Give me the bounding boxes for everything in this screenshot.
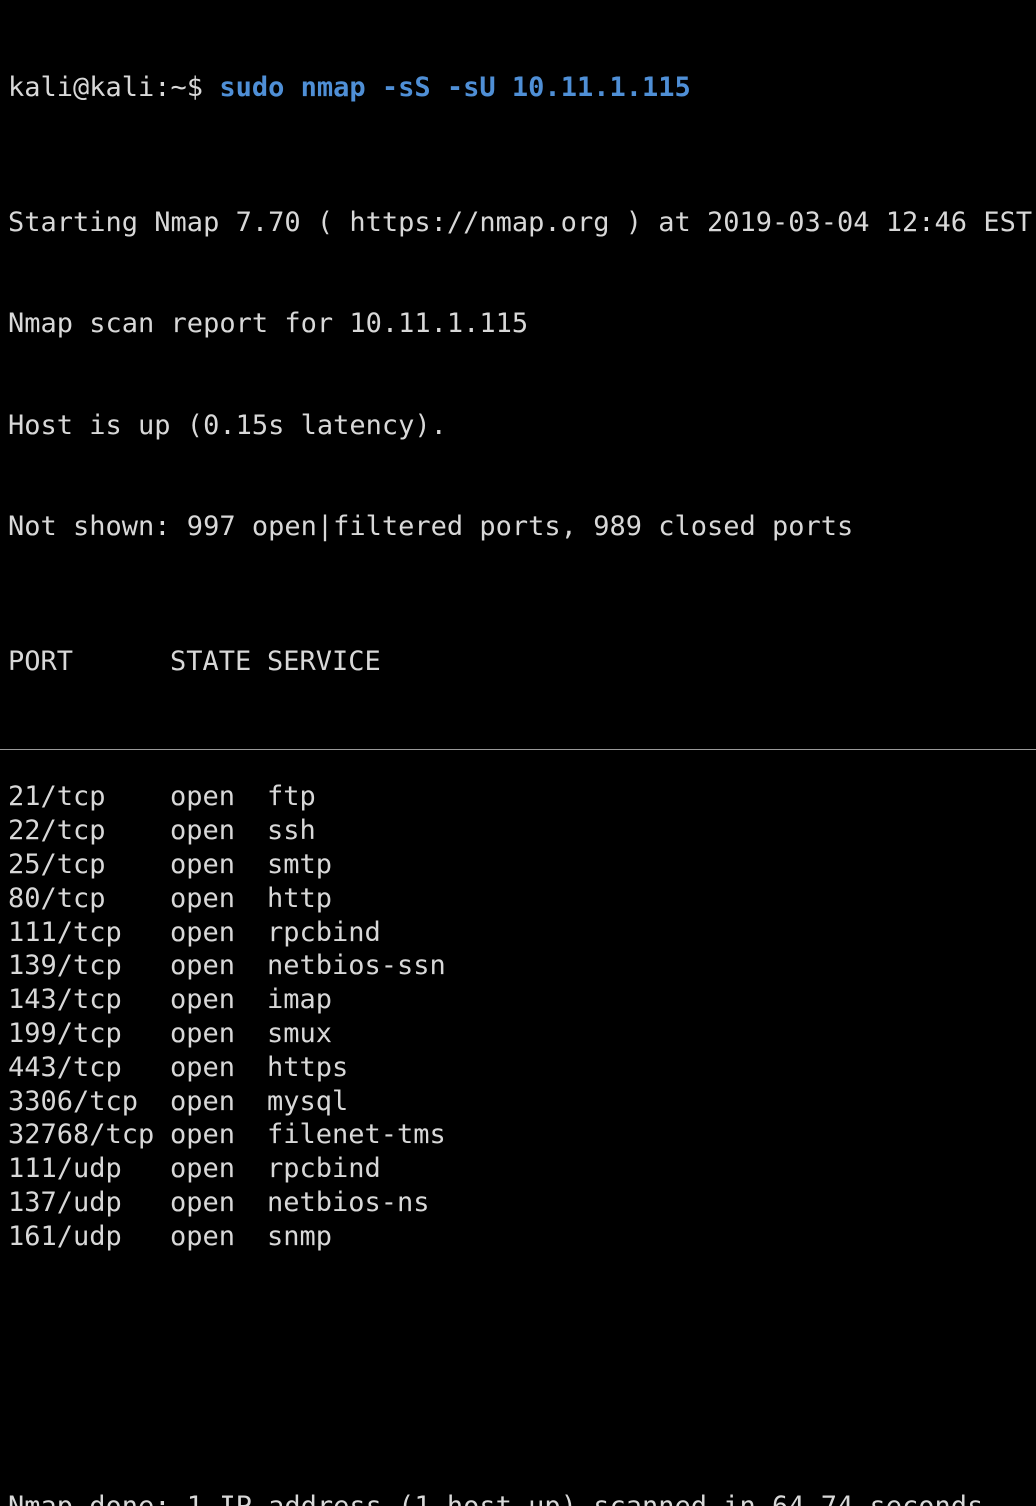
service-cell: netbios-ssn bbox=[267, 950, 446, 982]
service-cell: imap bbox=[267, 984, 333, 1016]
port-table-row: 143/tcp open imap bbox=[8, 983, 1036, 1017]
port-cell: 161/udp bbox=[8, 1220, 122, 1252]
port-cell: 139/tcp bbox=[8, 950, 122, 982]
port-table-row: 199/tcp open smux bbox=[8, 1017, 1036, 1051]
state-cell: open bbox=[170, 1220, 236, 1252]
state-cell: open bbox=[170, 1017, 236, 1049]
port-table-row: 25/tcp open smtp bbox=[8, 848, 1036, 882]
state-cell: open bbox=[170, 1119, 236, 1151]
port-table-row: 32768/tcp open filenet-tms bbox=[8, 1118, 1036, 1152]
bottom-divider bbox=[0, 749, 1036, 750]
output-line-host-status: Host is up (0.15s latency). bbox=[8, 409, 447, 441]
port-table-row: 111/udp open rpcbind bbox=[8, 1152, 1036, 1186]
port-table-row: 137/udp open netbios-ns bbox=[8, 1186, 1036, 1220]
state-cell: open bbox=[170, 950, 236, 982]
port-table-row: 3306/tcp open mysql bbox=[8, 1085, 1036, 1119]
state-cell: open bbox=[170, 1186, 236, 1218]
header-port: PORT bbox=[8, 646, 74, 678]
port-cell: 21/tcp bbox=[8, 781, 106, 813]
port-table-row: 161/udp open snmp bbox=[8, 1220, 1036, 1254]
state-cell: open bbox=[170, 1153, 236, 1185]
output-line-start: Starting Nmap 7.70 ( https://nmap.org ) … bbox=[8, 206, 1033, 238]
port-table-row: 139/tcp open netbios-ssn bbox=[8, 949, 1036, 983]
port-cell: 443/tcp bbox=[8, 1051, 122, 1083]
service-cell: http bbox=[267, 882, 333, 914]
service-cell: https bbox=[267, 1051, 349, 1083]
port-table-row: 111/tcp open rpcbind bbox=[8, 916, 1036, 950]
port-cell: 32768/tcp bbox=[8, 1119, 155, 1151]
service-cell: rpcbind bbox=[267, 1153, 381, 1185]
service-cell: netbios-ns bbox=[267, 1186, 430, 1218]
state-cell: open bbox=[170, 781, 236, 813]
state-cell: open bbox=[170, 1085, 236, 1117]
output-line-not-shown: Not shown: 997 open|filtered ports, 989 … bbox=[8, 510, 854, 542]
output-line-done: Nmap done: 1 IP address (1 host up) scan… bbox=[8, 1490, 1036, 1506]
port-cell: 199/tcp bbox=[8, 1017, 122, 1049]
port-table-row: 80/tcp open http bbox=[8, 882, 1036, 916]
output-line-report: Nmap scan report for 10.11.1.115 bbox=[8, 308, 529, 340]
port-table-body: 21/tcp open ftp 22/tcp open ssh 25/tcp open smtp… bbox=[8, 780, 1036, 1253]
service-cell: mysql bbox=[267, 1085, 349, 1117]
state-cell: open bbox=[170, 984, 236, 1016]
service-cell: snmp bbox=[267, 1220, 333, 1252]
header-state: STATE bbox=[170, 646, 252, 678]
port-cell: 111/tcp bbox=[8, 916, 122, 948]
port-table-row: 21/tcp open ftp bbox=[8, 780, 1036, 814]
port-cell: 3306/tcp bbox=[8, 1085, 139, 1117]
terminal-window[interactable]: kali@kali:~$ sudo nmap -sS -sU 10.11.1.1… bbox=[0, 0, 1036, 1506]
nmap-command: sudo nmap -sS -sU 10.11.1.115 bbox=[219, 71, 691, 103]
state-cell: open bbox=[170, 1051, 236, 1083]
shell-prompt: kali@kali:~$ bbox=[8, 71, 220, 103]
service-cell: smux bbox=[267, 1017, 333, 1049]
service-cell: ftp bbox=[267, 781, 316, 813]
port-cell: 22/tcp bbox=[8, 815, 106, 847]
port-cell: 143/tcp bbox=[8, 984, 122, 1016]
service-cell: rpcbind bbox=[267, 916, 381, 948]
service-cell: ssh bbox=[267, 815, 316, 847]
port-cell: 111/udp bbox=[8, 1153, 122, 1185]
port-cell: 137/udp bbox=[8, 1186, 122, 1218]
port-cell: 25/tcp bbox=[8, 848, 106, 880]
port-cell: 80/tcp bbox=[8, 882, 106, 914]
service-cell: filenet-tms bbox=[267, 1119, 446, 1151]
command-line: kali@kali:~$ sudo nmap -sS -sU 10.11.1.1… bbox=[8, 71, 1036, 105]
port-table-header: PORT STATE SERVICE bbox=[8, 645, 1036, 679]
state-cell: open bbox=[170, 815, 236, 847]
state-cell: open bbox=[170, 848, 236, 880]
state-cell: open bbox=[170, 882, 236, 914]
port-table-row: 22/tcp open ssh bbox=[8, 814, 1036, 848]
service-cell: smtp bbox=[267, 848, 333, 880]
header-service: SERVICE bbox=[267, 646, 381, 678]
port-table-row: 443/tcp open https bbox=[8, 1051, 1036, 1085]
state-cell: open bbox=[170, 916, 236, 948]
